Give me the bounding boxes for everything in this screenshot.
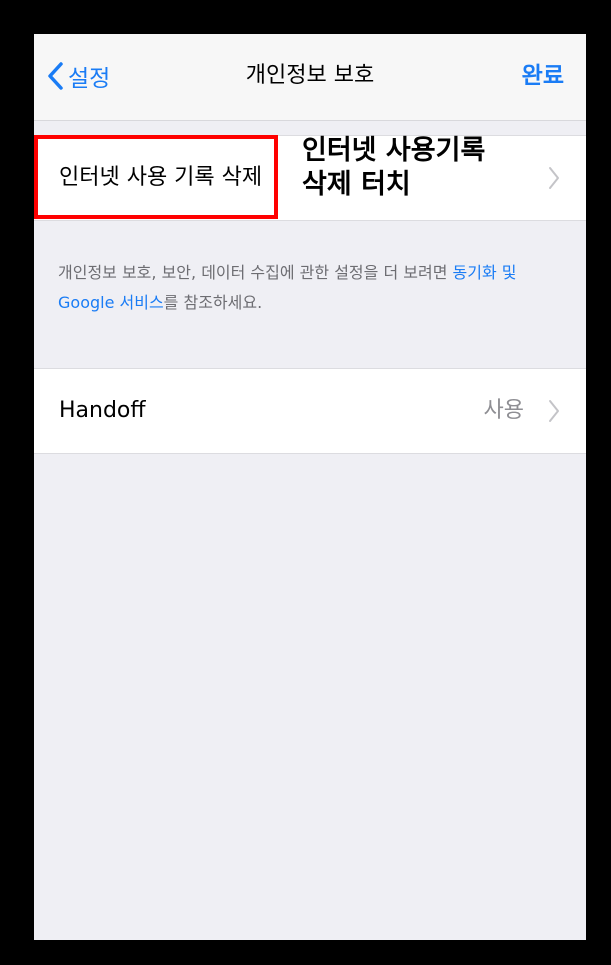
navigation-bar: 설정 개인정보 보호 완료 [34, 34, 586, 121]
footer-text-end: 를 참조하세요. [163, 293, 263, 312]
done-button[interactable]: 완료 [522, 56, 564, 96]
phone-screen: 설정 개인정보 보호 완료 인터넷 사용 기록 삭제 개인정보 보호, 보안, … [34, 34, 586, 940]
page-title: 개인정보 보호 [245, 63, 375, 88]
annotation-line-1: 인터넷 사용기록 [302, 135, 486, 166]
handoff-value: 사용 [483, 398, 524, 423]
highlight-box [34, 135, 278, 219]
chevron-right-icon [549, 400, 559, 422]
handoff-label: Handoff [59, 398, 146, 423]
handoff-row[interactable]: Handoff 사용 [34, 368, 586, 454]
annotation-line-2: 삭제 터치 [302, 169, 411, 200]
footer-text: 개인정보 보호, 보안, 데이터 수집에 관한 설정을 더 보려면 [58, 263, 453, 282]
settings-footer-note: 개인정보 보호, 보안, 데이터 수집에 관한 설정을 더 보려면 동기화 및 … [58, 258, 568, 318]
instruction-annotation: 인터넷 사용기록 삭제 터치 [302, 134, 572, 202]
